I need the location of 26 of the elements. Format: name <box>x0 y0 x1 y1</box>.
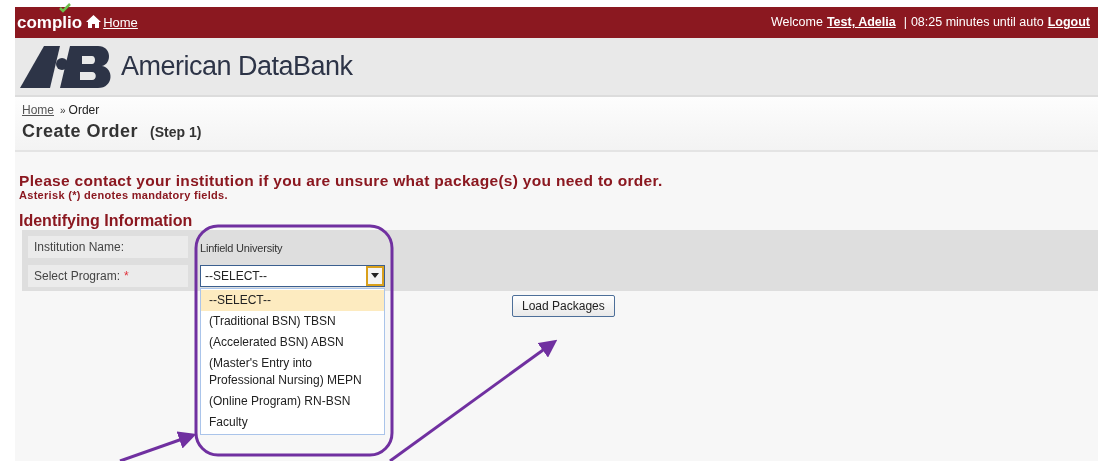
home-link[interactable]: Home <box>103 12 138 33</box>
step-label: (Step 1) <box>150 123 202 142</box>
home-icon <box>86 14 102 28</box>
timer-text: 08:25 minutes until auto <box>910 14 1044 32</box>
separator-text: | <box>903 14 907 32</box>
required-mark: * <box>124 267 129 285</box>
field-label: Institution Name: <box>34 238 125 256</box>
brand-logo: complio <box>17 9 83 36</box>
breadcrumb-separator: » <box>60 104 66 118</box>
page-title: Create Order <box>22 120 139 143</box>
load-packages-button[interactable]: Load Packages <box>512 295 615 317</box>
logout-link[interactable]: Logout <box>1047 13 1090 32</box>
field-label: Select Program: <box>34 267 121 285</box>
company-name: American DataBank <box>121 50 353 84</box>
dropdown-option[interactable]: --SELECT-- <box>201 289 384 311</box>
notice-text: Please contact your institution if you are unsure what package(s) you need to order. <box>19 172 664 189</box>
dropdown-caret-icon <box>366 265 384 286</box>
welcome-text: Welcome <box>771 14 823 32</box>
check-icon <box>59 2 71 13</box>
breadcrumb-current: Order <box>68 103 100 117</box>
section-title: Identifying Information <box>19 212 194 230</box>
breadcrumb-link[interactable]: Home <box>22 103 54 117</box>
mandatory-note: Asterisk (*) denotes mandatory fields. <box>19 189 229 201</box>
user-link[interactable]: Test, Adelia <box>826 13 896 32</box>
program-select[interactable]: --SELECT-- <box>200 264 385 287</box>
field-value: Linfield University <box>200 241 283 254</box>
